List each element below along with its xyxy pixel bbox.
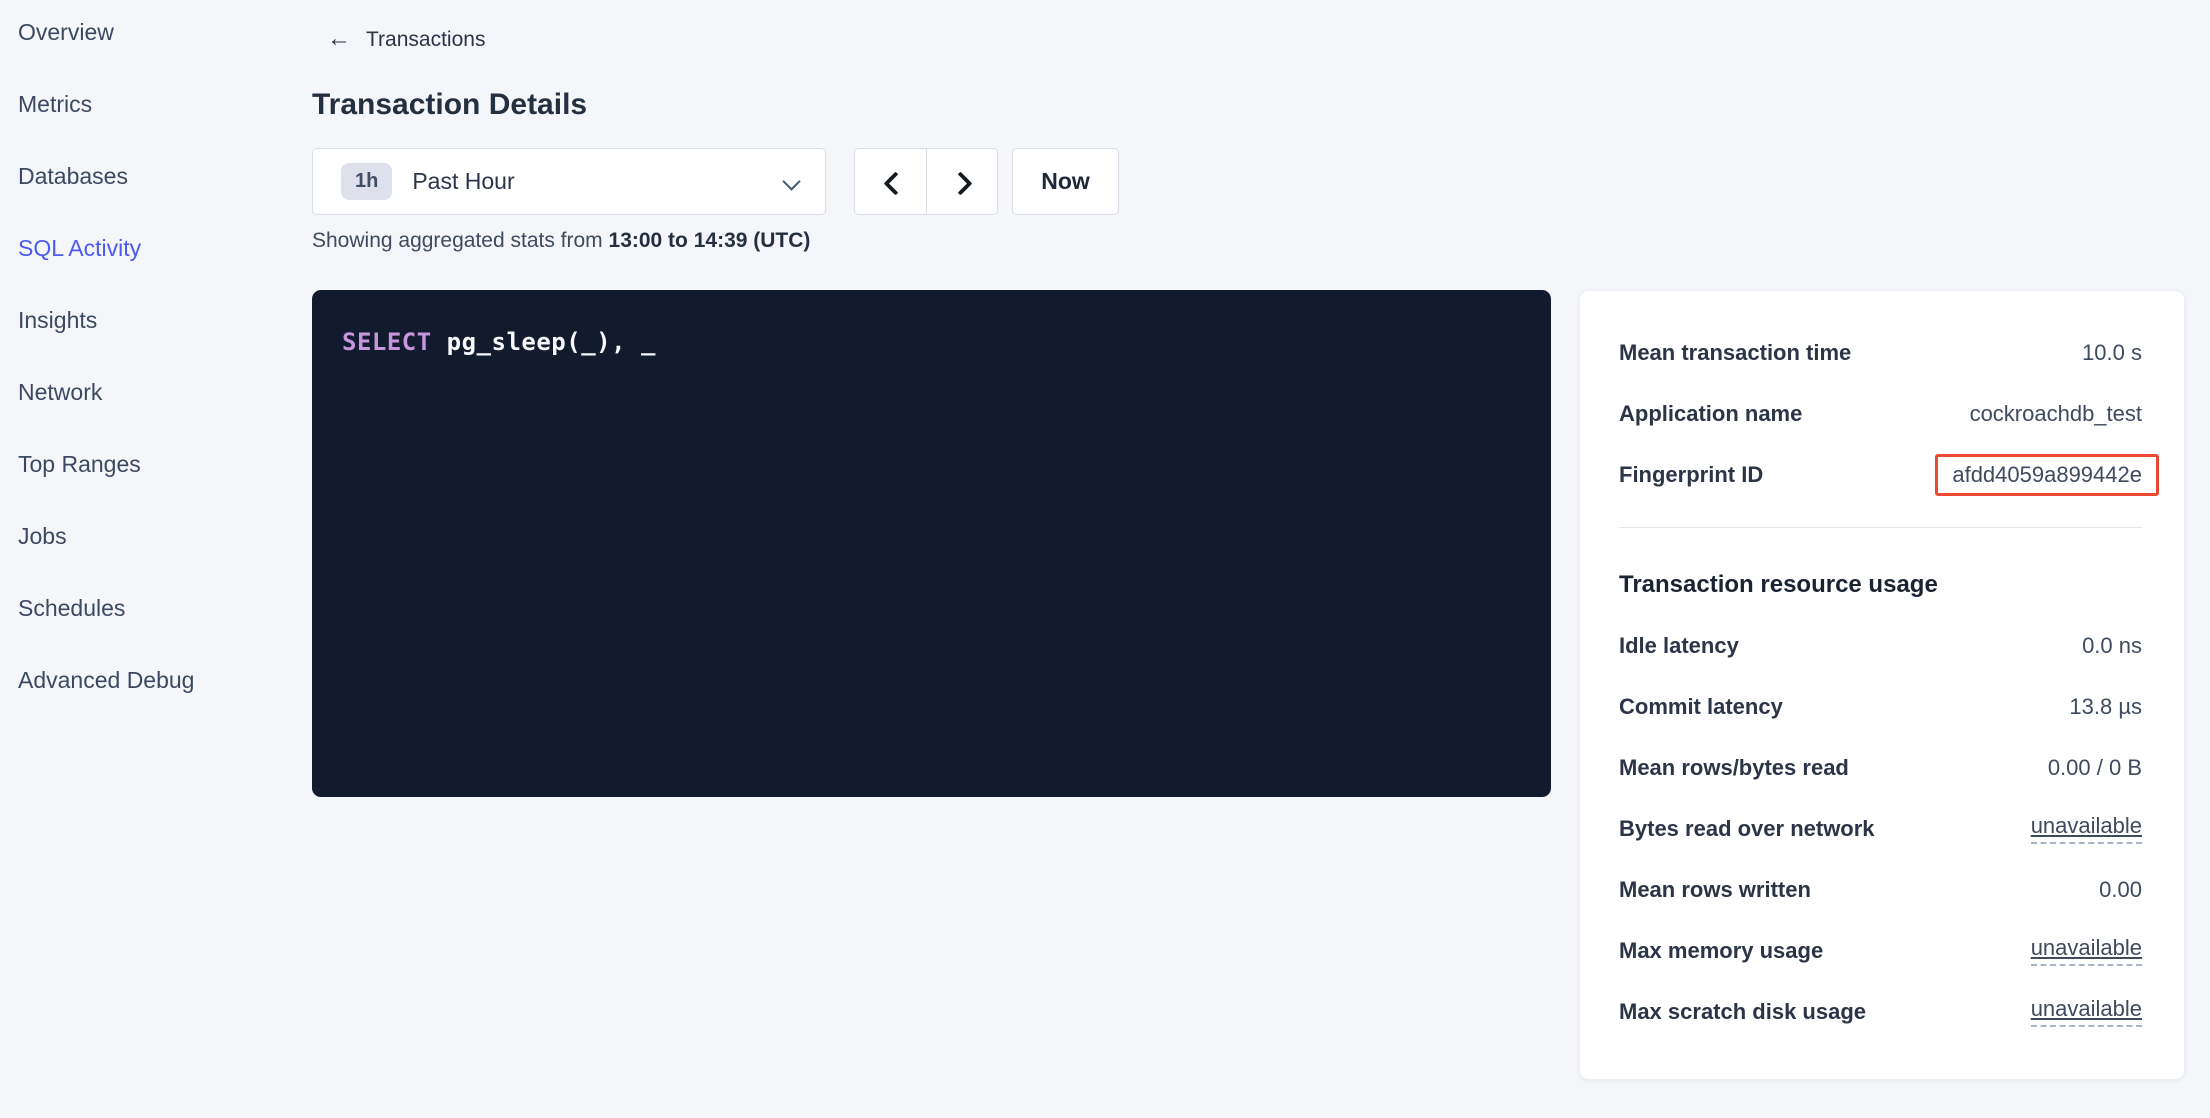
sidebar-item-sql-activity[interactable]: SQL Activity	[18, 212, 292, 284]
panel-divider	[1619, 527, 2142, 528]
detail-row-idle-latency: Idle latency 0.0 ns	[1619, 615, 2142, 676]
time-pager	[854, 148, 998, 215]
breadcrumb-transactions-link[interactable]: Transactions	[366, 28, 485, 52]
chevron-down-icon	[783, 173, 801, 191]
detail-value: cockroachdb_test	[1970, 401, 2142, 427]
prev-time-button[interactable]	[855, 149, 926, 214]
detail-label: Commit latency	[1619, 694, 1783, 720]
sidebar-item-overview[interactable]: Overview	[18, 0, 292, 68]
sql-statement-text: SELECT pg_sleep(_), _	[342, 328, 1521, 356]
next-time-button[interactable]	[926, 149, 998, 214]
time-range-dropdown[interactable]: 1h Past Hour	[312, 148, 826, 215]
time-range-selected-label: Past Hour	[412, 168, 514, 195]
time-controls: 1h Past Hour Now	[312, 148, 2210, 215]
sidebar-nav-list: Overview Metrics Databases SQL Activity …	[18, 0, 292, 716]
sql-keyword: SELECT	[342, 328, 432, 356]
detail-row-bytes-read-over-network: Bytes read over network unavailable	[1619, 798, 2142, 859]
detail-row-max-memory-usage: Max memory usage unavailable	[1619, 920, 2142, 981]
sidebar-item-advanced-debug[interactable]: Advanced Debug	[18, 644, 292, 716]
chevron-left-icon	[882, 173, 899, 190]
main-content: ← Transactions Transaction Details 1h Pa…	[312, 0, 2210, 1118]
detail-label: Application name	[1619, 401, 1802, 427]
transaction-details-panel: Mean transaction time 10.0 s Application…	[1579, 290, 2185, 1080]
sidebar-item-databases[interactable]: Databases	[18, 140, 292, 212]
detail-value: 10.0 s	[2082, 340, 2142, 366]
unavailable-tooltip-value[interactable]: unavailable	[2031, 813, 2142, 844]
sidebar-item-insights[interactable]: Insights	[18, 284, 292, 356]
sidebar-item-jobs[interactable]: Jobs	[18, 500, 292, 572]
detail-value: 0.00 / 0 B	[2048, 755, 2142, 781]
detail-row-application-name: Application name cockroachdb_test	[1619, 383, 2142, 444]
detail-label: Fingerprint ID	[1619, 462, 1763, 488]
detail-value: 0.0 ns	[2082, 633, 2142, 659]
resource-usage-heading: Transaction resource usage	[1619, 568, 2142, 602]
detail-row-fingerprint-id: Fingerprint ID afdd4059a899442e	[1619, 444, 2142, 505]
stats-line-prefix: Showing aggregated stats from	[312, 229, 609, 252]
sidebar-item-network[interactable]: Network	[18, 356, 292, 428]
aggregated-stats-line: Showing aggregated stats from 13:00 to 1…	[312, 229, 2210, 255]
detail-label: Max scratch disk usage	[1619, 999, 1866, 1025]
detail-row-mean-rows-written: Mean rows written 0.00	[1619, 859, 2142, 920]
sidebar-item-schedules[interactable]: Schedules	[18, 572, 292, 644]
sidebar-item-metrics[interactable]: Metrics	[18, 68, 292, 140]
back-arrow-icon[interactable]: ←	[327, 27, 351, 51]
stats-line-range: 13:00 to 14:39 (UTC)	[609, 229, 811, 252]
detail-row-max-scratch-disk-usage: Max scratch disk usage unavailable	[1619, 981, 2142, 1042]
now-button[interactable]: Now	[1012, 148, 1119, 215]
sql-rest: pg_sleep(_), _	[432, 328, 656, 356]
detail-label: Mean transaction time	[1619, 340, 1851, 366]
resource-rows: Idle latency 0.0 ns Commit latency 13.8 …	[1619, 615, 2142, 1042]
detail-label: Max memory usage	[1619, 938, 1823, 964]
breadcrumb: ← Transactions	[312, 26, 2210, 54]
sql-statement-box: SELECT pg_sleep(_), _	[312, 290, 1551, 797]
detail-label: Mean rows written	[1619, 877, 1811, 903]
sidebar-item-top-ranges[interactable]: Top Ranges	[18, 428, 292, 500]
fingerprint-id-value-highlighted: afdd4059a899442e	[1935, 454, 2159, 496]
unavailable-tooltip-value[interactable]: unavailable	[2031, 935, 2142, 966]
content-row: SELECT pg_sleep(_), _ Mean transaction t…	[312, 290, 2210, 1080]
chevron-right-icon	[953, 173, 970, 190]
detail-label: Mean rows/bytes read	[1619, 755, 1849, 781]
detail-label: Idle latency	[1619, 633, 1739, 659]
detail-row-commit-latency: Commit latency 13.8 µs	[1619, 676, 2142, 737]
detail-value: 0.00	[2099, 877, 2142, 903]
detail-label: Bytes read over network	[1619, 816, 1875, 842]
sidebar: Overview Metrics Databases SQL Activity …	[0, 0, 292, 1118]
detail-row-mean-rows-bytes-read: Mean rows/bytes read 0.00 / 0 B	[1619, 737, 2142, 798]
detail-row-mean-transaction-time: Mean transaction time 10.0 s	[1619, 322, 2142, 383]
detail-value: 13.8 µs	[2069, 694, 2142, 720]
time-range-badge: 1h	[341, 163, 392, 200]
page-title: Transaction Details	[312, 84, 2210, 126]
unavailable-tooltip-value[interactable]: unavailable	[2031, 996, 2142, 1027]
